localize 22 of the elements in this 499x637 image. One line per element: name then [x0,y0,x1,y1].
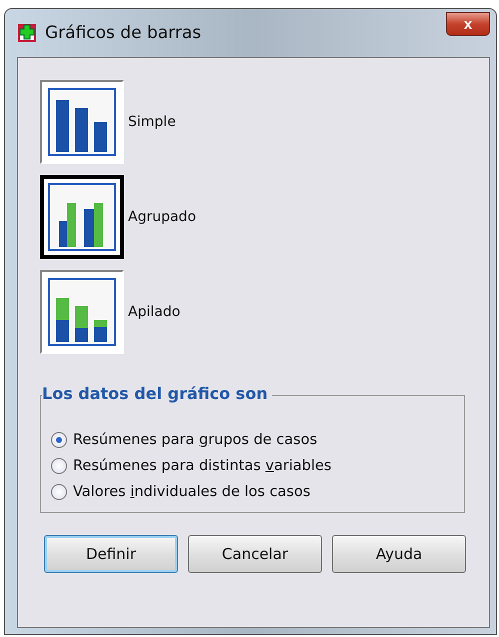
dialog-button[interactable]: Definir [44,535,178,573]
close-button[interactable]: x [446,12,490,36]
chart-type-button[interactable] [40,270,124,354]
radio-button[interactable] [51,458,67,474]
chart-type-button[interactable] [40,80,124,164]
option-label[interactable]: Resúmenes para distintas variables [73,458,332,474]
chart-type-label: Agrupado [128,208,196,224]
dialog-button[interactable]: Ayuda [332,535,466,573]
chart-type-button[interactable] [40,174,124,258]
group-title: Los datos del gráfico son [42,384,272,403]
window-title: Gráficos de barras [45,23,202,43]
chart-type-label: Apilado [128,304,180,320]
bar-chart-icon [46,180,118,252]
dialog-button[interactable]: Cancelar [188,535,322,573]
radio-button[interactable] [51,484,67,500]
option-label[interactable]: Resúmenes para grupos de casos [73,432,318,448]
bar-chart-icon [46,276,118,348]
option-label[interactable]: Valores individuales de los casos [73,484,310,500]
radio-button[interactable] [51,432,67,448]
bar-chart-icon [46,86,118,158]
app-icon [17,23,37,43]
chart-type-label: Simple [128,114,176,130]
